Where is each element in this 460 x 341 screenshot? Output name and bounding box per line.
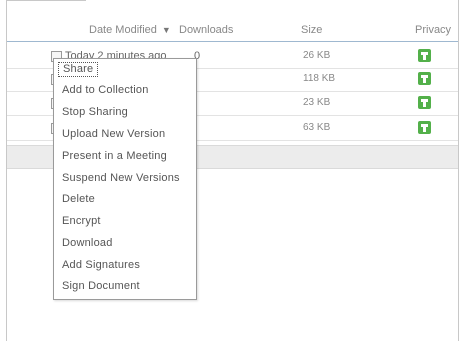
shared-privacy-icon[interactable]: [418, 96, 431, 109]
menu-item-add-to-collection[interactable]: Add to Collection: [62, 84, 149, 96]
menu-item-present-in-meeting[interactable]: Present in a Meeting: [62, 150, 167, 162]
header-divider: [7, 41, 458, 42]
window-border-right: [458, 0, 459, 341]
context-menu: Share Add to Collection Stop Sharing Upl…: [53, 58, 197, 300]
menu-item-stop-sharing[interactable]: Stop Sharing: [62, 106, 128, 118]
menu-item-suspend-new-versions[interactable]: Suspend New Versions: [62, 172, 180, 184]
menu-item-share[interactable]: Share: [58, 62, 99, 77]
column-header-downloads[interactable]: Downloads: [179, 24, 233, 36]
shared-privacy-icon[interactable]: [418, 121, 431, 134]
column-header-privacy[interactable]: Privacy: [415, 24, 451, 36]
shared-privacy-icon[interactable]: [418, 72, 431, 85]
menu-item-encrypt[interactable]: Encrypt: [62, 215, 101, 227]
menu-item-download[interactable]: Download: [62, 237, 113, 249]
row-size: 63 KB: [303, 122, 331, 133]
menu-item-sign-document[interactable]: Sign Document: [62, 280, 140, 292]
row-size: 26 KB: [303, 50, 331, 61]
menu-item-upload-new-version[interactable]: Upload New Version: [62, 128, 165, 140]
column-header-date-label: Date Modified: [89, 24, 157, 36]
sort-down-icon[interactable]: ▼: [162, 25, 171, 35]
row-size: 23 KB: [303, 97, 331, 108]
row-size: 118 KB: [303, 73, 336, 84]
column-header-size[interactable]: Size: [301, 24, 322, 36]
column-header-date-modified[interactable]: Date Modified ▼: [89, 24, 171, 36]
shared-privacy-icon[interactable]: [418, 49, 431, 62]
window-border-top: [6, 0, 86, 1]
menu-item-add-signatures[interactable]: Add Signatures: [62, 259, 140, 271]
menu-item-delete[interactable]: Delete: [62, 193, 95, 205]
table-header: Date Modified ▼ Downloads Size Privacy: [7, 14, 458, 44]
